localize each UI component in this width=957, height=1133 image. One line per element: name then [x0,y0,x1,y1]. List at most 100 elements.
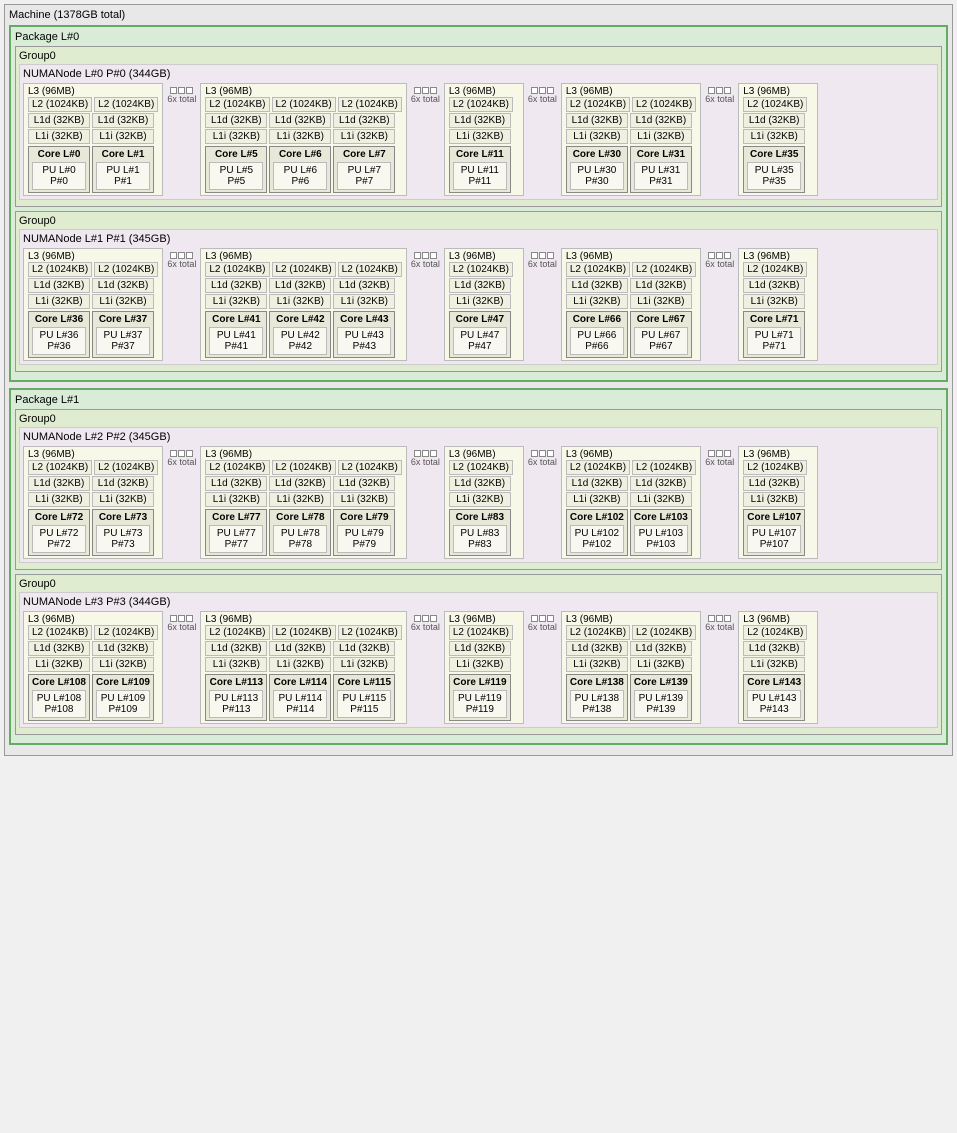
group-1-numa-2: Group0 NUMANode L#2 P#2 (345GB) L3 (96MB… [15,409,942,570]
core-block: Core L#115 PU L#115P#115 [333,674,395,721]
l2-cell: L2 (1024KB) [28,625,92,640]
l1i-cell: L1i (32KB) [269,657,331,672]
core-block: Core L#36 PU L#36P#36 [28,311,90,358]
numa-2-title: NUMANode L#2 P#2 (345GB) [23,431,934,443]
core-label: Core L#77 [209,512,263,523]
core-label: Core L#66 [570,314,624,325]
numa-3-title: NUMANode L#3 P#3 (344GB) [23,596,934,608]
l1d-cell: L1d (32KB) [449,113,511,128]
l1i-cell: L1i (32KB) [566,294,628,309]
pu-block: PU L#102P#102 [570,525,624,553]
l2-cell: L2 (1024KB) [94,262,158,277]
pu-block: PU L#67P#67 [634,327,688,355]
l3-label: L3 (96MB) [566,86,696,97]
l2-cell: L2 (1024KB) [632,97,696,112]
extra-label: 6x total [705,457,734,467]
l2-cell: L2 (1024KB) [743,97,807,112]
core-label: Core L#41 [209,314,263,325]
core-label: Core L#7 [337,149,391,160]
core-label: Core L#143 [747,677,801,688]
l1i-cell: L1i (32KB) [205,294,267,309]
l1d-cell: L1d (32KB) [92,641,154,656]
l1i-cell: L1i (32KB) [630,129,692,144]
core-label: Core L#115 [337,677,391,688]
l2-cell: L2 (1024KB) [743,460,807,475]
l2-cell: L2 (1024KB) [272,262,336,277]
package-0: Package L#0 Group0 NUMANode L#0 P#0 (344… [9,25,948,382]
core-label: Core L#1 [96,149,150,160]
core-label: Core L#119 [453,677,507,688]
l1d-cell: L1d (32KB) [92,278,154,293]
l1i-cell: L1i (32KB) [28,492,90,507]
extra-label: 6x total [167,259,196,269]
core-block: Core L#119 PU L#119P#119 [449,674,511,721]
core-label: Core L#6 [273,149,327,160]
l3-label: L3 (96MB) [28,614,158,625]
l1d-cell: L1d (32KB) [566,278,628,293]
core-block: Core L#108 PU L#108P#108 [28,674,90,721]
l3-label: L3 (96MB) [566,449,696,460]
core-label: Core L#79 [337,512,391,523]
core-block: Core L#41 PU L#41P#41 [205,311,267,358]
numa-0: NUMANode L#0 P#0 (344GB) L3 (96MB) L2 (1… [19,64,938,200]
core-block: Core L#47 PU L#47P#47 [449,311,511,358]
core-label: Core L#43 [337,314,391,325]
pu-block: PU L#5P#5 [209,162,263,190]
l2-cell: L2 (1024KB) [272,625,336,640]
l1i-cell: L1i (32KB) [205,657,267,672]
extra-label: 6x total [528,622,557,632]
l1i-cell: L1i (32KB) [333,129,395,144]
l2-cell: L2 (1024KB) [272,97,336,112]
core-label: Core L#36 [32,314,86,325]
core-block: Core L#42 PU L#42P#42 [269,311,331,358]
l1i-cell: L1i (32KB) [630,492,692,507]
l1d-cell: L1d (32KB) [205,113,267,128]
pu-block: PU L#139P#139 [634,690,688,718]
l2-cell: L2 (1024KB) [449,262,513,277]
pu-block: PU L#66P#66 [570,327,624,355]
extra-label: 6x total [705,94,734,104]
l1i-cell: L1i (32KB) [449,294,511,309]
l1d-cell: L1d (32KB) [743,113,805,128]
l3-label: L3 (96MB) [28,86,158,97]
pu-block: PU L#7P#7 [337,162,391,190]
l3-label: L3 (96MB) [743,449,813,460]
l1i-cell: L1i (32KB) [743,294,805,309]
core-block: Core L#67 PU L#67P#67 [630,311,692,358]
pu-block: PU L#108P#108 [32,690,86,718]
l2-cell: L2 (1024KB) [566,625,630,640]
l2-cell: L2 (1024KB) [205,625,269,640]
core-label: Core L#83 [453,512,507,523]
pu-block: PU L#79P#79 [337,525,391,553]
l2-cell: L2 (1024KB) [338,97,402,112]
l1i-cell: L1i (32KB) [269,492,331,507]
extra-label: 6x total [411,622,440,632]
extra-label: 6x total [528,457,557,467]
core-label: Core L#11 [453,149,507,160]
l1i-cell: L1i (32KB) [449,657,511,672]
core-block: Core L#113 PU L#113P#113 [205,674,267,721]
package-1-title: Package L#1 [15,394,942,406]
core-block: Core L#71 PU L#71P#71 [743,311,805,358]
core-label: Core L#5 [209,149,263,160]
pu-block: PU L#77P#77 [209,525,263,553]
l2-cell: L2 (1024KB) [28,262,92,277]
group-1-numa-2-title: Group0 [19,413,938,425]
core-block: Core L#102 PU L#102P#102 [566,509,628,556]
core-label: Core L#42 [273,314,327,325]
l2-cell: L2 (1024KB) [94,97,158,112]
core-block: Core L#31 PU L#31P#31 [630,146,692,193]
l2-cell: L2 (1024KB) [566,97,630,112]
extra-label: 6x total [167,622,196,632]
l1d-cell: L1d (32KB) [449,476,511,491]
core-block: Core L#107 PU L#107P#107 [743,509,805,556]
pu-block: PU L#42P#42 [273,327,327,355]
l3-label: L3 (96MB) [449,614,519,625]
group-1-numa-3: Group0 NUMANode L#3 P#3 (344GB) L3 (96MB… [15,574,942,735]
core-block: Core L#138 PU L#138P#138 [566,674,628,721]
l3-label: L3 (96MB) [28,251,158,262]
core-block: Core L#5 PU L#5P#5 [205,146,267,193]
l1i-cell: L1i (32KB) [269,294,331,309]
pu-block: PU L#47P#47 [453,327,507,355]
l2-cell: L2 (1024KB) [28,460,92,475]
